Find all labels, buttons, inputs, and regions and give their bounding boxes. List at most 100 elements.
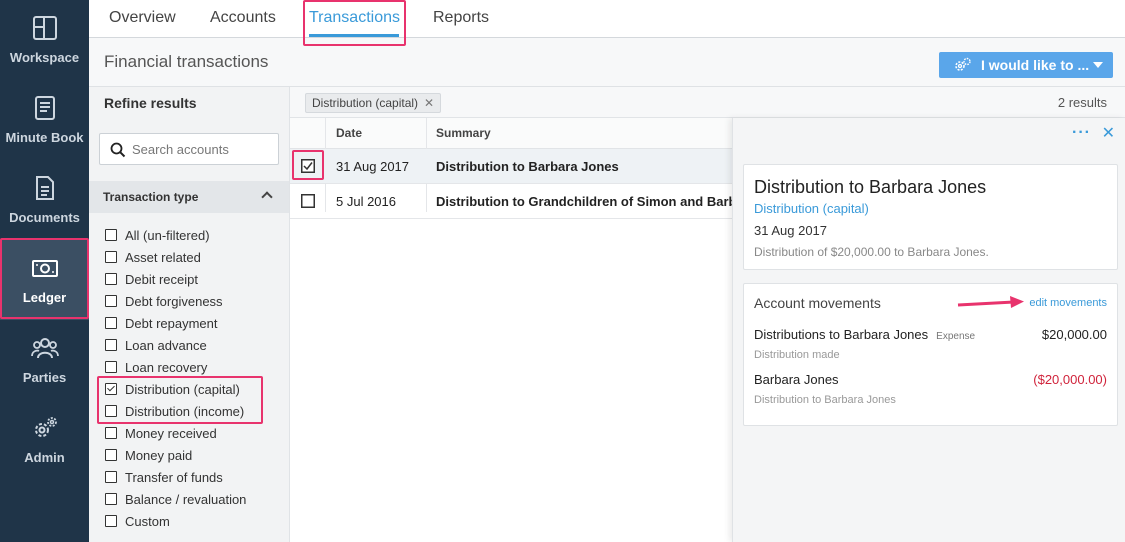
filter-label: Balance / revaluation [125, 491, 247, 507]
tab-reports[interactable]: Reports [433, 9, 489, 27]
more-icon[interactable]: ··· [1072, 124, 1091, 142]
filter-item[interactable]: Asset related [105, 246, 289, 268]
filter-item[interactable]: Loan recovery [105, 356, 289, 378]
people-icon [30, 338, 59, 359]
sidebar-item-label: Ledger [22, 290, 67, 305]
filter-item[interactable]: Debt repayment [105, 312, 289, 334]
search-icon [110, 142, 126, 158]
filter-label: Transfer of funds [125, 469, 223, 485]
detail-panel: ··· ✕ Distribution to Barbara Jones Dist… [732, 118, 1125, 542]
movement-name: Distributions to Barbara Jones Expense [754, 327, 975, 342]
close-icon[interactable]: ✕ [1102, 123, 1115, 143]
filter-checkbox[interactable] [105, 273, 117, 285]
filter-chip: Distribution (capital) ✕ [305, 93, 442, 113]
filter-checkbox[interactable] [105, 339, 117, 351]
sidebar-item-label: Workspace [9, 50, 80, 65]
filter-label: All (un-filtered) [125, 227, 210, 243]
filter-checkbox[interactable] [105, 449, 117, 461]
transaction-description: Distribution of $20,000.00 to Barbara Jo… [754, 245, 989, 259]
filter-label: Custom [125, 513, 170, 529]
filter-checkbox[interactable] [105, 251, 117, 263]
filter-item[interactable]: All (un-filtered) [105, 224, 289, 246]
filter-checkbox[interactable] [105, 405, 117, 417]
filter-item[interactable]: Custom [105, 510, 289, 532]
sidebar-item-workspace[interactable]: Workspace [0, 0, 89, 80]
filter-item[interactable]: Debit receipt [105, 268, 289, 290]
tab-overview[interactable]: Overview [109, 9, 176, 27]
banknote-icon [31, 260, 58, 277]
filter-checkbox[interactable] [105, 515, 117, 527]
sidebar-item-label: Parties [22, 370, 67, 385]
filter-checkbox[interactable] [105, 317, 117, 329]
chip-label: Distribution (capital) [312, 96, 419, 110]
filter-item[interactable]: Money received [105, 422, 289, 444]
row-checkbox[interactable] [301, 159, 315, 173]
movements-title: Account movements [754, 295, 881, 311]
page-header: Financial transactions I would like to .… [89, 38, 1125, 87]
sidebar-item-parties[interactable]: Parties [0, 320, 89, 400]
filter-item[interactable]: Money paid [105, 444, 289, 466]
filter-item[interactable]: Distribution (income) [105, 400, 289, 422]
book-icon [34, 96, 55, 120]
filter-chip-bar: Distribution (capital) ✕ 2 results [290, 87, 1125, 118]
movement-subtitle: Distribution to Barbara Jones [754, 394, 896, 406]
sidebar-item-label: Admin [24, 450, 65, 465]
search-box [99, 133, 279, 165]
filter-item[interactable]: Balance / revaluation [105, 488, 289, 510]
close-icon[interactable]: ✕ [424, 96, 434, 110]
filter-checkbox[interactable] [105, 427, 117, 439]
transaction-type-link[interactable]: Distribution (capital) [754, 201, 869, 216]
sidebar-item-admin[interactable]: Admin [0, 400, 89, 480]
filter-label: Distribution (capital) [125, 381, 240, 397]
gear-icon [34, 417, 57, 437]
sidebar-item-ledger[interactable]: Ledger [0, 240, 89, 320]
i-would-like-to-button[interactable]: I would like to ... [939, 52, 1113, 78]
sidebar-item-minute-book[interactable]: Minute Book [0, 80, 89, 160]
filter-item[interactable]: Debt forgiveness [105, 290, 289, 312]
tab-transactions[interactable]: Transactions [309, 9, 400, 27]
filter-checkbox[interactable] [105, 229, 117, 241]
filter-label: Debit receipt [125, 271, 198, 287]
table-row[interactable]: 31 Aug 2017 Distribution to Barbara Jone… [290, 149, 732, 184]
filter-label: Money received [125, 425, 217, 441]
row-date: 31 Aug 2017 [336, 159, 410, 174]
filter-label: Loan advance [125, 337, 207, 353]
sidebar-item-documents[interactable]: Documents [0, 160, 89, 240]
filter-label: Debt forgiveness [125, 293, 223, 309]
transaction-card: Distribution to Barbara Jones Distributi… [743, 164, 1118, 270]
movement-tag: Expense [936, 331, 976, 342]
filter-label: Asset related [125, 249, 201, 265]
transaction-date: 31 Aug 2017 [754, 223, 828, 238]
arrow-annotation [957, 296, 1024, 308]
search-input[interactable] [132, 134, 272, 164]
tab-accounts[interactable]: Accounts [210, 9, 276, 27]
sidebar-item-label: Documents [9, 210, 80, 225]
table-row[interactable]: 5 Jul 2016 Distribution to Grandchildren… [290, 184, 747, 219]
row-date: 5 Jul 2016 [336, 194, 396, 209]
filter-checkbox[interactable] [105, 295, 117, 307]
column-date[interactable]: Date [336, 126, 362, 140]
sidebar: Workspace Minute Book Documents Ledger P… [0, 0, 89, 542]
edit-movements-link[interactable]: edit movements [1029, 297, 1107, 309]
filter-label: Debt repayment [125, 315, 218, 331]
active-tab-indicator [309, 34, 399, 37]
movement-name: Barbara Jones [754, 372, 839, 387]
filter-checkbox[interactable] [105, 493, 117, 505]
filter-item[interactable]: Loan advance [105, 334, 289, 356]
table-header: Date Summary [290, 118, 732, 149]
row-summary: Distribution to Grandchildren of Simon a… [436, 194, 748, 209]
filter-label: Money paid [125, 447, 193, 463]
column-summary[interactable]: Summary [436, 126, 491, 140]
filter-label: Loan recovery [125, 359, 208, 375]
row-checkbox[interactable] [301, 194, 315, 208]
movement-name-text: Distributions to Barbara Jones [754, 327, 929, 342]
chevron-up-icon [261, 191, 273, 203]
page-title: Financial transactions [104, 52, 269, 71]
document-icon [35, 176, 54, 200]
filter-item[interactable]: Distribution (capital) [105, 378, 289, 400]
filter-checkbox[interactable] [105, 383, 117, 395]
filter-checkbox[interactable] [105, 361, 117, 373]
filter-item[interactable]: Transfer of funds [105, 466, 289, 488]
filter-checkbox[interactable] [105, 471, 117, 483]
transaction-type-header[interactable]: Transaction type [89, 181, 289, 213]
